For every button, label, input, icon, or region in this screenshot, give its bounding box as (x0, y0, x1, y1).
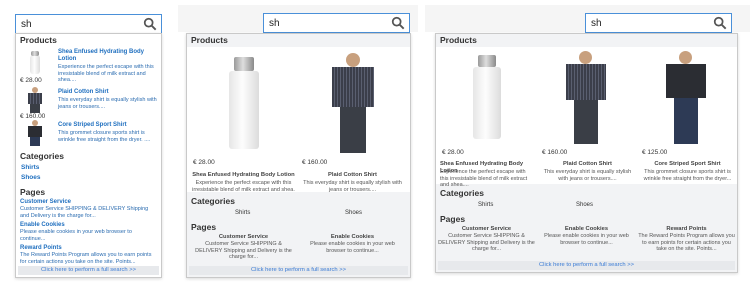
page-item[interactable]: Enable Cookies Please enable cookies in … (538, 226, 635, 246)
product-price: € 160.00 (302, 159, 328, 166)
product-title[interactable]: Core Striped Sport Shirt (58, 122, 158, 129)
categories-heading: Categories (16, 148, 161, 163)
page-item[interactable]: Customer Service Customer Service SHIPPI… (16, 199, 161, 221)
full-search-link[interactable]: Click here to perform a full search >> (438, 261, 735, 270)
page-description: Please enable cookies in your web browse… (310, 241, 395, 254)
search-input[interactable]: sh (15, 14, 162, 34)
autocomplete-dropdown: Products € 28.00 Shea Enfused Hydrating … (435, 33, 738, 273)
product-title[interactable]: Shea Enfused Hydrating Body Lotion (58, 49, 158, 63)
product-description: Experience the perfect escape with this … (192, 180, 295, 193)
category-link-shoes[interactable]: Shoes (16, 172, 161, 183)
product-price: € 28.00 (193, 159, 215, 166)
search-query[interactable]: sh (21, 18, 32, 31)
page-title[interactable]: Enable Cookies (20, 222, 157, 229)
product-title[interactable]: Plaid Cotton Shirt (58, 89, 158, 96)
search-input[interactable]: sh (263, 13, 410, 33)
product-description: This everyday shirt is equally stylish w… (543, 169, 632, 182)
product-item[interactable]: Core Striped Sport Shirt This grommet cl… (16, 120, 161, 148)
products-heading: Products (16, 34, 161, 47)
product-image (219, 57, 269, 152)
page-description: Please enable cookies in your web browse… (20, 229, 132, 242)
page-description: Customer Service SHIPPING & DELIVERY Shi… (20, 206, 149, 219)
product-title[interactable]: Shea Enfused Hydrating Body Lotion (191, 172, 296, 179)
product-title[interactable]: Plaid Cotton Shirt (540, 161, 635, 168)
panel-medium: sh Products € 28.00 Shea Enfused Hydrati… (178, 0, 418, 290)
product-price: € 160.00 (20, 113, 46, 120)
page-item[interactable]: Reward Points The Reward Points Program … (16, 244, 161, 267)
products-heading: Products (436, 34, 737, 47)
product-card[interactable]: € 160.00 Plaid Cotton Shirt This everyda… (300, 49, 405, 193)
product-image (320, 53, 386, 163)
page-item[interactable]: Enable Cookies Please enable cookies in … (300, 234, 405, 254)
product-image (22, 87, 48, 113)
search-query[interactable]: sh (591, 17, 602, 30)
category-link-shirts[interactable]: Shirts (16, 163, 161, 172)
page-title[interactable]: Enable Cookies (538, 226, 635, 233)
search-query[interactable]: sh (269, 17, 280, 30)
page-title[interactable]: Reward Points (638, 226, 735, 233)
page-title[interactable]: Customer Service (438, 226, 535, 233)
product-card[interactable]: € 28.00 Shea Enfused Hydrating Body Loti… (191, 49, 296, 193)
page-title[interactable]: Enable Cookies (300, 234, 405, 241)
page-description: Customer Service SHIPPING & DELIVERY Shi… (195, 241, 292, 260)
search-input[interactable]: sh (585, 13, 732, 33)
pages-heading: Pages (16, 183, 161, 199)
product-description: This grommet closure sports shirt is wri… (643, 169, 732, 182)
product-card[interactable]: € 28.00 Shea Enfused Hydrating Body Loti… (438, 49, 535, 188)
panel-wide: sh Products € 28.00 Shea Enfused Hydrati… (425, 0, 750, 290)
product-image (22, 120, 48, 146)
product-price: € 28.00 (442, 149, 464, 156)
page-title[interactable]: Reward Points (20, 245, 157, 252)
product-description: This everyday shirt is equally stylish w… (58, 97, 157, 110)
search-icon[interactable] (713, 16, 727, 30)
product-price: € 28.00 (20, 77, 42, 84)
product-item[interactable]: € 160.00 Plaid Cotton Shirt This everyda… (16, 87, 161, 120)
product-card[interactable]: € 160.00 Plaid Cotton Shirt This everyda… (538, 49, 635, 182)
search-icon[interactable] (391, 16, 405, 30)
product-card[interactable]: € 125.00 Core Striped Sport Shirt This g… (638, 49, 735, 182)
page-title[interactable]: Customer Service (191, 234, 296, 241)
category-link-shirts[interactable]: Shirts (478, 202, 493, 209)
product-description: This grommet closure sports shirt is wri… (58, 130, 151, 143)
product-title[interactable]: Core Striped Sport Shirt (640, 161, 735, 168)
page-description: Customer Service SHIPPING & DELIVERY Shi… (438, 233, 535, 252)
page-title[interactable]: Customer Service (20, 199, 157, 206)
page-item[interactable]: Customer Service Customer Service SHIPPI… (191, 234, 296, 261)
page-description: Please enable cookies in your web browse… (544, 233, 629, 246)
autocomplete-dropdown: Products € 28.00 Shea Enfused Hydrating … (15, 33, 162, 278)
product-image (22, 49, 48, 75)
pages-heading: Pages (436, 212, 737, 226)
product-image (464, 55, 510, 140)
product-price: € 125.00 (642, 149, 668, 156)
page-description: The Reward Points Program allows you to … (638, 233, 735, 252)
search-icon[interactable] (143, 17, 157, 31)
category-link-shoes[interactable]: Shoes (345, 210, 362, 217)
page-item[interactable]: Customer Service Customer Service SHIPPI… (438, 226, 535, 253)
product-image (654, 51, 718, 147)
panel-narrow: sh Products € 28.00 Shea Enfused Hydrati… (0, 0, 170, 290)
product-description: This everyday shirt is equally stylish w… (303, 180, 402, 193)
autocomplete-dropdown: Products € 28.00 Shea Enfused Hydrating … (186, 33, 411, 278)
product-item[interactable]: € 28.00 Shea Enfused Hydrating Body Loti… (16, 47, 161, 87)
full-search-link[interactable]: Click here to perform a full search >> (189, 266, 408, 275)
full-search-link[interactable]: Click here to perform a full search >> (18, 266, 159, 275)
pages-heading: Pages (187, 220, 410, 234)
category-link-shirts[interactable]: Shirts (235, 210, 250, 217)
product-price: € 160.00 (542, 149, 568, 156)
product-image (554, 51, 618, 147)
products-heading: Products (187, 34, 410, 47)
categories-heading: Categories (187, 192, 410, 208)
page-item[interactable]: Enable Cookies Please enable cookies in … (16, 221, 161, 244)
product-title[interactable]: Plaid Cotton Shirt (300, 172, 405, 179)
product-description: Experience the perfect escape with this … (440, 169, 528, 188)
page-item[interactable]: Reward Points The Reward Points Program … (638, 226, 735, 253)
product-description: Experience the perfect escape with this … (58, 64, 154, 83)
category-link-shoes[interactable]: Shoes (576, 202, 593, 209)
page-description: The Reward Points Program allows you to … (20, 252, 152, 265)
